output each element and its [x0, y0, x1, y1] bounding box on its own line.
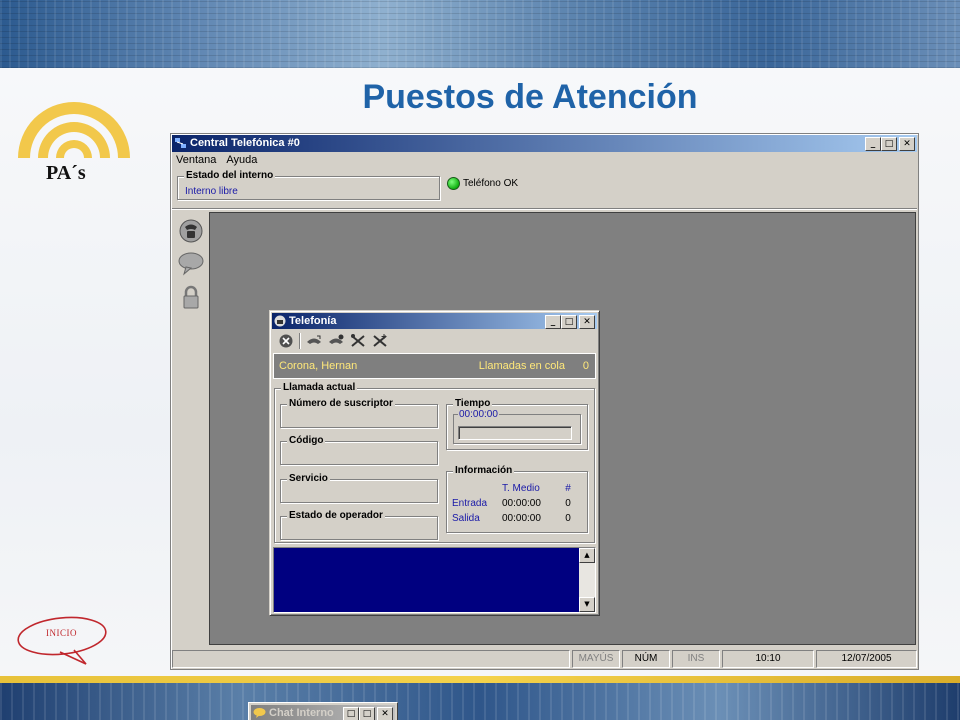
informacion-table: T. Medio # Entrada 00:00:00 0 Salida 00:… [452, 481, 578, 526]
inicio-label[interactable]: INICIO [46, 628, 77, 638]
t-medio-cell: 00:00:00 [502, 513, 541, 524]
transfer-call-icon[interactable] [327, 333, 345, 349]
window-controls: _ □ ✕ [865, 137, 915, 151]
llamada-actual-label: Llamada actual [281, 382, 358, 393]
field-label: Servicio [287, 473, 330, 484]
queue-count: 0 [582, 360, 589, 372]
chat-bubble-icon [253, 708, 266, 718]
maximize-button[interactable]: □ [359, 707, 375, 720]
mdi-workspace: Telefonía _ □ ✕ Corona, Hernan Llamadas … [209, 212, 916, 720]
vertical-scrollbar[interactable]: ▲ ▼ [579, 548, 595, 612]
phone-icon [274, 315, 286, 327]
scroll-down-icon[interactable]: ▼ [579, 597, 595, 612]
menubar: Ventana Ayuda [173, 153, 257, 168]
toolbar-separator [299, 332, 301, 349]
tiempo-value: 00:00:00 [458, 409, 499, 420]
t-medio-cell: 00:00:00 [502, 498, 541, 509]
column-header: T. Medio [502, 483, 540, 494]
telefonia-window: Telefonía _ □ ✕ Corona, Hernan Llamadas … [269, 310, 600, 616]
slide-title: Puestos de Atención [362, 78, 698, 116]
app-network-icon [175, 138, 186, 148]
left-toolbar [173, 212, 207, 645]
call-log-area[interactable]: ▲ ▼ [273, 547, 596, 613]
tiempo-progress [458, 426, 572, 440]
chat-bubble-icon[interactable] [177, 250, 205, 276]
telefonia-toolbar [273, 331, 389, 350]
informacion-group: Información T. Medio # Entrada 00:00:00 … [446, 465, 588, 533]
telefono-status: Teléfono OK [447, 177, 518, 190]
informacion-label: Información [453, 465, 515, 476]
main-titlebar[interactable]: Central Telefónica #0 _ □ ✕ [172, 135, 917, 152]
row-label: Salida [452, 513, 480, 524]
status-bar: MAYÚS NÚM INS 10:10 12/07/2005 [172, 648, 917, 669]
telefono-status-text: Teléfono OK [463, 178, 519, 189]
maximize-button[interactable]: □ [561, 315, 577, 329]
field-label: Estado de operador [287, 510, 385, 521]
estado-label: Estado del interno [184, 170, 276, 181]
status-num: NÚM [622, 650, 670, 668]
tiempo-group: Tiempo 00:00:00 [446, 398, 588, 450]
tools-icon[interactable] [349, 333, 367, 349]
minimize-button[interactable]: _ [545, 315, 561, 329]
chat-titlebar[interactable]: Chat Interno □ □ ✕ [251, 705, 395, 720]
codigo-field: Código [280, 435, 438, 465]
restore-button[interactable]: □ [343, 707, 359, 720]
operator-info-bar: Corona, Hernan Llamadas en cola 0 [273, 353, 596, 379]
chat-interno-window[interactable]: Chat Interno □ □ ✕ [248, 702, 398, 720]
slide-bottom-banner [0, 676, 960, 720]
chat-title: Chat Interno [269, 707, 334, 719]
estado-value: Interno libre [185, 186, 238, 197]
phone-icon[interactable] [177, 218, 205, 244]
inicio-button[interactable] [12, 612, 112, 672]
count-cell: 0 [565, 513, 571, 524]
banner-stripe [0, 676, 960, 683]
tools-add-icon[interactable] [371, 333, 389, 349]
column-header: # [565, 483, 571, 494]
estado-operador-field: Estado de operador [280, 510, 438, 540]
status-mayus: MAYÚS [572, 650, 620, 668]
lock-icon[interactable] [177, 284, 205, 310]
operator-name: Corona, Hernan [279, 360, 358, 372]
llamada-actual-group: Llamada actual Número de suscriptor Códi… [274, 382, 595, 543]
minimize-button[interactable]: _ [865, 137, 881, 151]
queue-label: Llamadas en cola [478, 360, 565, 372]
status-message-panel [172, 650, 570, 668]
status-ins: INS [672, 650, 720, 668]
slide-top-banner [0, 0, 960, 68]
status-date: 12/07/2005 [816, 650, 917, 668]
main-window-title: Central Telefónica #0 [190, 137, 300, 149]
logo-text: PA´s [46, 162, 86, 184]
answer-call-icon[interactable] [305, 333, 323, 349]
servicio-field: Servicio [280, 473, 438, 503]
chat-controls: □ □ ✕ [343, 707, 393, 720]
estado-interno-group: Estado del interno Interno libre [177, 170, 440, 200]
status-ok-icon [447, 177, 460, 190]
maximize-button[interactable]: □ [881, 137, 897, 151]
field-label: Número de suscriptor [287, 398, 395, 409]
table-header: T. Medio # [452, 481, 578, 496]
telefonia-titlebar[interactable]: Telefonía _ □ ✕ [272, 313, 597, 329]
close-button[interactable]: ✕ [579, 315, 595, 329]
menu-ayuda[interactable]: Ayuda [226, 153, 257, 168]
tiempo-frame: 00:00:00 [453, 409, 581, 444]
close-button[interactable]: ✕ [899, 137, 915, 151]
row-label: Entrada [452, 498, 488, 509]
table-row: Salida 00:00:00 0 [452, 511, 578, 526]
count-cell: 0 [565, 498, 571, 509]
cancel-circle-icon[interactable] [277, 333, 295, 349]
telefonia-title: Telefonía [289, 315, 337, 327]
close-button[interactable]: ✕ [377, 707, 393, 720]
field-label: Código [287, 435, 326, 446]
table-row: Entrada 00:00:00 0 [452, 496, 578, 511]
numero-suscriptor-field: Número de suscriptor [280, 398, 438, 428]
divider [172, 208, 917, 210]
telefonia-controls: _ □ ✕ [545, 315, 595, 329]
status-time: 10:10 [722, 650, 814, 668]
central-telefonica-window: Central Telefónica #0 _ □ ✕ Ventana Ayud… [170, 133, 919, 720]
menu-ventana[interactable]: Ventana [176, 153, 216, 168]
pa-logo-icon [18, 102, 130, 158]
tiempo-label: Tiempo [453, 398, 493, 409]
scroll-up-icon[interactable]: ▲ [579, 548, 595, 563]
